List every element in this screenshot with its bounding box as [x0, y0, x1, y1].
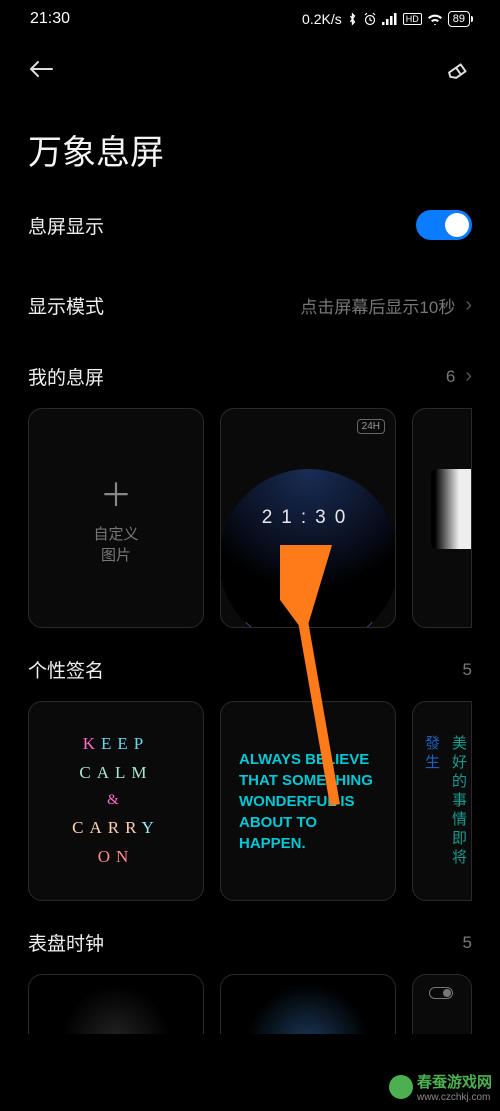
watermark-logo [389, 1075, 413, 1099]
bluetooth-icon [347, 12, 358, 26]
chevron-right-icon: › [465, 365, 472, 388]
watermark: 春蚕游戏网 www.czchkj.com [389, 1071, 492, 1103]
my-aod-title: 我的息屏 [28, 363, 104, 390]
card-custom-image[interactable]: ＋ 自定义 图片 [28, 408, 204, 628]
aod-toggle[interactable] [416, 210, 472, 240]
signature-title: 个性签名 [28, 656, 104, 683]
status-bar: 21:30 0.2K/s HD 89 [0, 0, 500, 34]
dial-card-3[interactable] [412, 974, 472, 1034]
my-aod-count: 6 › [446, 365, 472, 388]
status-right: 0.2K/s HD 89 [302, 11, 470, 27]
header [0, 34, 500, 97]
dial-clock-title: 表盘时钟 [28, 929, 104, 956]
alarm-icon [363, 12, 377, 26]
dial-toggle-icon [429, 987, 453, 999]
signature-cards: KKEEPEEP CALM & CARRYCARRY ON ALWAYS BEL… [0, 697, 500, 911]
section-signature[interactable]: 个性签名 5 [0, 638, 500, 697]
card-clock-preview[interactable]: 24H 21:30 [220, 408, 396, 628]
plus-icon: ＋ [100, 470, 132, 516]
card-chinese-partial[interactable]: 發生 美好的事情即将 [412, 701, 472, 901]
dial-card-2[interactable] [220, 974, 396, 1034]
page-title: 万象息屏 [0, 97, 500, 184]
clock-arc [220, 469, 396, 628]
section-my-aod[interactable]: 我的息屏 6 › [0, 345, 500, 404]
badge-24h: 24H [357, 419, 385, 434]
display-mode-value: 点击屏幕后显示10秒 › [300, 293, 472, 318]
hd-icon: HD [403, 13, 422, 25]
clock-time: 21:30 [262, 507, 355, 529]
card-believe[interactable]: ALWAYS BELIEVE THAT SOMETHING WONDERFUL … [220, 701, 396, 901]
custom-image-label: 自定义 图片 [93, 524, 138, 566]
signature-count: 5 [463, 660, 472, 680]
net-speed: 0.2K/s [302, 11, 342, 27]
dial-clock-count: 5 [463, 933, 472, 953]
signal-icon [382, 13, 398, 25]
dial-clock-cards [0, 970, 500, 1044]
chevron-right-icon: › [465, 294, 472, 317]
my-aod-cards: ＋ 自定义 图片 24H 21:30 [0, 404, 500, 638]
partial-preview [431, 469, 471, 549]
eraser-icon[interactable] [444, 54, 472, 87]
chinese-vertical-text: 發生 美好的事情即将 [415, 735, 469, 868]
display-mode-label: 显示模式 [28, 292, 104, 319]
keep-calm-text: KKEEPEEP CALM & CARRYCARRY ON [72, 730, 160, 871]
back-button[interactable] [28, 55, 54, 86]
aod-display-label: 息屏显示 [28, 212, 104, 239]
card-partial[interactable] [412, 408, 472, 628]
card-keep-calm[interactable]: KKEEPEEP CALM & CARRYCARRY ON [28, 701, 204, 901]
setting-aod-display[interactable]: 息屏显示 [0, 184, 500, 266]
battery-icon: 89 [448, 11, 470, 27]
believe-text: ALWAYS BELIEVE THAT SOMETHING WONDERFUL … [221, 749, 395, 854]
wifi-icon [427, 13, 443, 25]
section-dial-clock[interactable]: 表盘时钟 5 [0, 911, 500, 970]
dial-card-1[interactable] [28, 974, 204, 1034]
setting-display-mode[interactable]: 显示模式 点击屏幕后显示10秒 › [0, 266, 500, 345]
status-time: 21:30 [30, 10, 70, 28]
